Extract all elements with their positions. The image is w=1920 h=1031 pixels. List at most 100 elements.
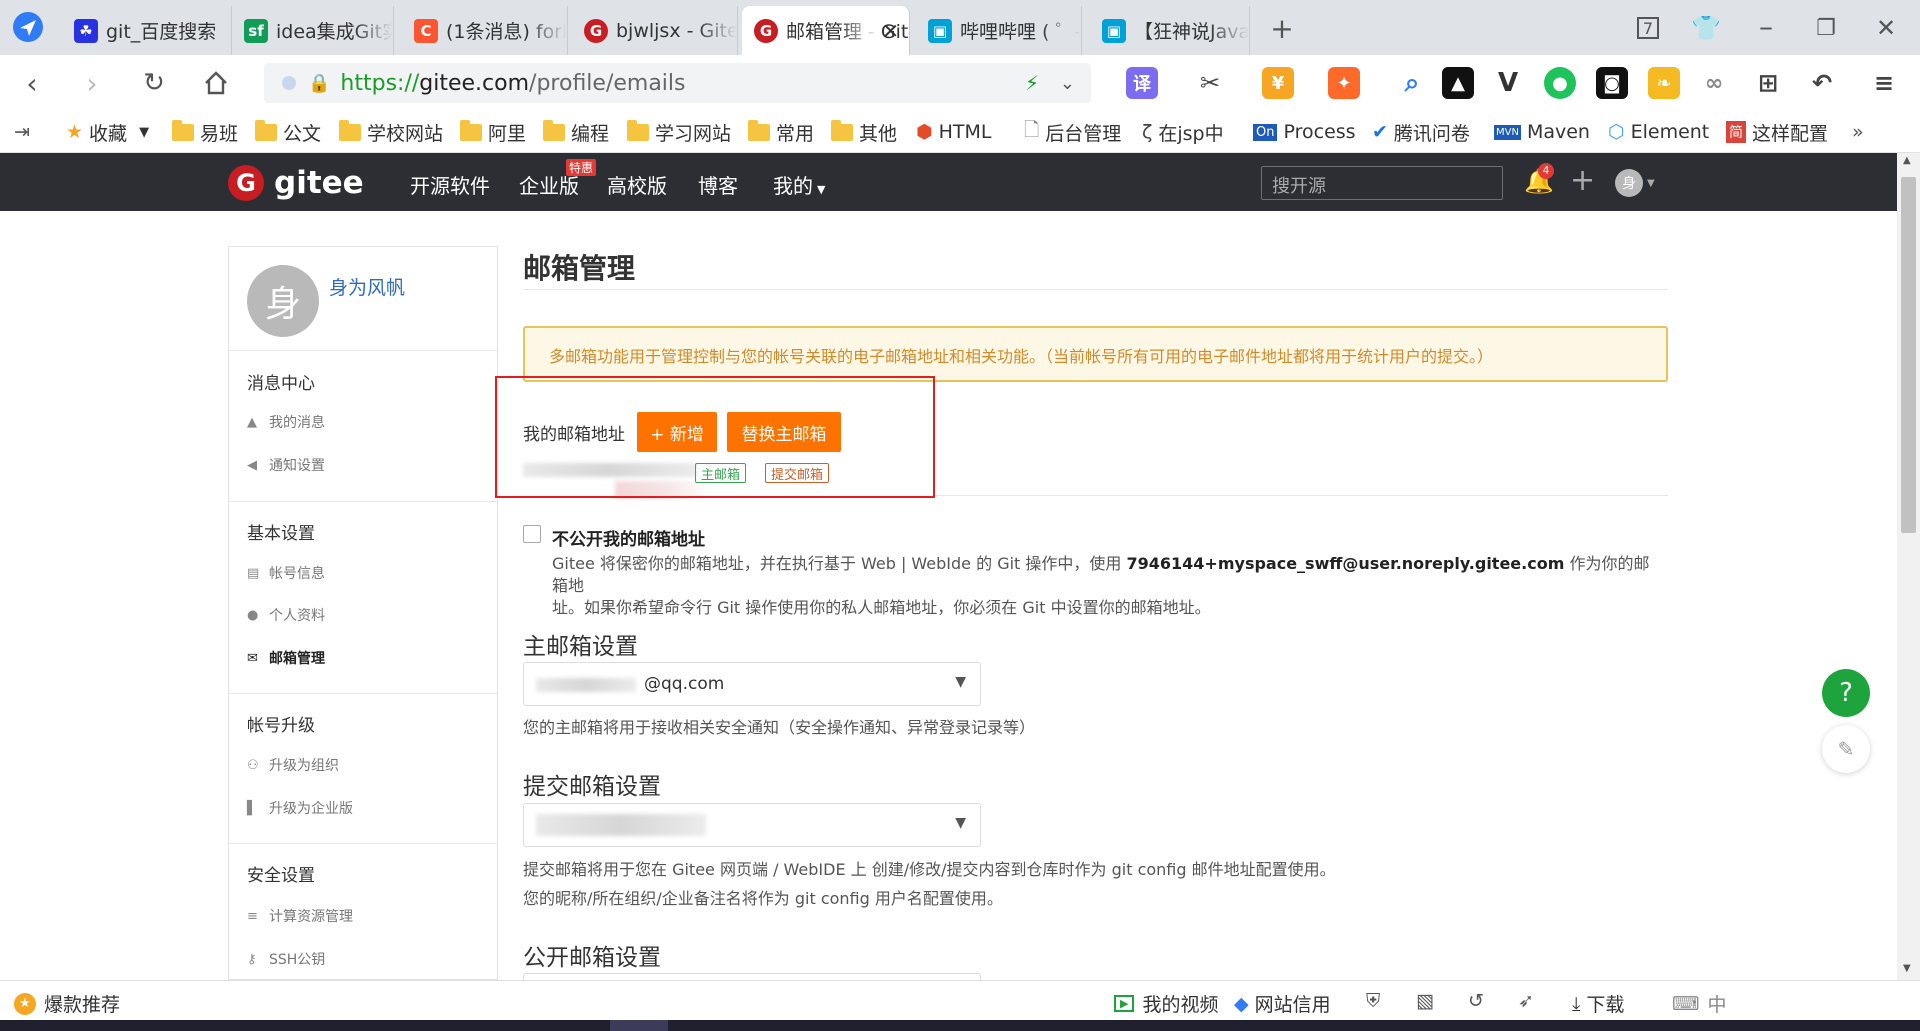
commit-email-select[interactable]: ▼ xyxy=(523,803,981,847)
v-icon[interactable]: V xyxy=(1492,67,1524,99)
bookmark-folder[interactable]: 常用 xyxy=(748,119,814,145)
sidebar-item-upgrade-enterprise[interactable]: ▌ 升级为企业版 xyxy=(247,798,353,818)
sidebar-item-email-management[interactable]: ✉ 邮箱管理 xyxy=(247,648,325,668)
bookmark-link[interactable]: ⬢ HTML xyxy=(916,119,991,145)
bookmark-folder[interactable]: 公文 xyxy=(255,119,321,145)
avatar[interactable]: 身 ▼ xyxy=(1615,169,1655,197)
my-videos[interactable]: ▶ 我的视频 xyxy=(1114,990,1218,1017)
sidebar-avatar[interactable]: 身 xyxy=(247,265,319,337)
sidebar-item-ssh-keys[interactable]: ⚷ SSH公钥 xyxy=(247,949,325,969)
shield-icon[interactable]: ⛨ xyxy=(1366,990,1380,1012)
primary-email-select[interactable]: @qq.com ▼ xyxy=(523,662,981,706)
speed-icon[interactable]: ↺ xyxy=(1468,990,1484,1012)
image-icon[interactable]: ▧ xyxy=(1416,990,1434,1012)
tab-count-button[interactable]: 7 xyxy=(1630,10,1666,46)
help-button[interactable]: ? xyxy=(1822,669,1870,717)
shield-coin-icon[interactable]: ¥ xyxy=(1262,67,1294,99)
scroll-up-icon[interactable]: ▲ xyxy=(1903,155,1911,166)
sidebar-item-profile[interactable]: ● 个人资料 xyxy=(247,605,325,625)
tab-kuangshen-java[interactable]: ▣ 【狂神说Java】 xyxy=(1090,6,1250,55)
commit-email-description-2: 您的昵称/所在组织/企业备注名将作为 git config 用户名配置使用。 xyxy=(523,889,1003,908)
translate-icon[interactable]: 译 xyxy=(1126,67,1158,99)
address-bar[interactable]: 🔒 https:// gitee.com /profile/emails ⚡ ⌄ xyxy=(264,63,1091,103)
site-credit[interactable]: ◆ 网站信用 xyxy=(1234,990,1331,1017)
nav-education[interactable]: 高校版 xyxy=(607,170,667,199)
download[interactable]: ⤓ 下载 xyxy=(1572,990,1624,1017)
tab-csdn-fork[interactable]: C (1条消息) fork xyxy=(402,6,568,55)
window-close-icon[interactable]: ✕ xyxy=(1868,10,1904,46)
home-icon[interactable] xyxy=(198,65,234,101)
bookmark-link[interactable]: ζ 在jsp中 xyxy=(1142,119,1224,145)
rocket-icon[interactable]: ➶ xyxy=(1518,990,1534,1012)
sidebar-item-upgrade-org[interactable]: ⚇ 升级为组织 xyxy=(247,755,339,775)
plus-icon[interactable]: + xyxy=(1570,163,1595,198)
tab-baidu-git[interactable]: ☘ git_百度搜索 xyxy=(62,6,232,55)
bookmark-folder[interactable]: 学校网站 xyxy=(339,119,443,145)
hide-email-label[interactable]: 不公开我的邮箱地址 xyxy=(552,525,705,550)
minimize-icon[interactable]: – xyxy=(1748,8,1784,44)
feedback-edit-icon[interactable]: ✎ xyxy=(1822,725,1870,773)
sidebar-toggle-icon[interactable]: ⇥ xyxy=(14,119,30,145)
nav-open-source[interactable]: 开源软件 xyxy=(410,170,490,199)
nav-blog[interactable]: 博客 xyxy=(698,170,738,199)
ime-indicator[interactable]: ⌨ 中 xyxy=(1672,990,1726,1017)
reload-icon[interactable]: ↻ xyxy=(136,65,172,101)
scrollbar-thumb[interactable] xyxy=(1901,177,1916,533)
gamepad-icon[interactable]: ✦ xyxy=(1328,67,1360,99)
green-app-icon[interactable]: ● xyxy=(1544,67,1576,99)
bookmark-folder[interactable]: 其他 xyxy=(831,119,897,145)
site-search-input[interactable]: 搜开源 xyxy=(1261,166,1503,200)
bookmark-folder[interactable]: 阿里 xyxy=(460,119,526,145)
url-dropdown-icon[interactable]: ⌄ xyxy=(1060,73,1075,94)
bookmark-link[interactable]: ⬡ Element xyxy=(1608,119,1709,145)
bookmark-link[interactable]: 简这样配置 xyxy=(1726,119,1828,145)
page-scrollbar[interactable]: ▲ ▼ xyxy=(1897,153,1920,980)
folder-icon xyxy=(255,119,277,141)
sidebar-item-account-info[interactable]: ▤ 帐号信息 xyxy=(247,563,325,583)
browser-statusbar: ★ 爆款推荐 ▶ 我的视频 ◆ 网站信用 ⛨ ▧ ↺ ➶ ⤓ 下载 ⌨ 中 xyxy=(0,980,1920,1020)
taskbar-active-app[interactable] xyxy=(610,1020,668,1031)
bookmark-folder[interactable]: 学习网站 xyxy=(627,119,731,145)
skin-shirt-icon[interactable]: 👕 xyxy=(1688,10,1724,46)
bookmark-link[interactable]: 🗋 后台管理 xyxy=(1024,119,1121,145)
tab-gitee-bjwljsx[interactable]: G bjwljsx - Gitee xyxy=(572,6,738,55)
more-bookmarks-icon[interactable]: » xyxy=(1852,119,1864,145)
lock-icon[interactable]: 🔒 xyxy=(308,73,330,94)
scissors-icon[interactable]: ✂ xyxy=(1194,67,1226,99)
menu-icon[interactable]: ≡ xyxy=(1868,67,1900,99)
bookmark-link[interactable]: ✔ 腾讯问卷 xyxy=(1372,119,1470,145)
coupon-icon[interactable]: ◙ xyxy=(1596,67,1628,99)
hide-email-checkbox[interactable] xyxy=(523,525,541,543)
tab-idea-git[interactable]: sf idea集成Git实 xyxy=(232,6,394,55)
sidebar-username[interactable]: 身为风帆 xyxy=(329,273,405,300)
sidebar-item-my-messages[interactable]: ▲ 我的消息 xyxy=(247,412,325,432)
sidebar-item-notify-settings[interactable]: ◀ 通知设置 xyxy=(247,455,325,475)
gitee-logo[interactable]: G gitee xyxy=(228,165,364,201)
lightning-icon[interactable]: ⚡ xyxy=(1025,71,1039,95)
bookmark-folder[interactable]: 易班 xyxy=(172,119,238,145)
new-tab-plus-icon[interactable]: + xyxy=(1264,10,1300,46)
scroll-down-icon[interactable]: ▼ xyxy=(1903,963,1911,974)
browser-logo-icon[interactable] xyxy=(10,9,46,45)
bookmark-link[interactable]: On Process xyxy=(1253,119,1356,145)
site-info-icon[interactable] xyxy=(282,76,296,90)
link-icon[interactable]: ∞ xyxy=(1698,67,1730,99)
bookmark-folder[interactable]: 编程 xyxy=(543,119,609,145)
sidebar-item-compute-resources[interactable]: ≡ 计算资源管理 xyxy=(247,906,353,926)
back-icon[interactable]: ‹ xyxy=(14,65,50,101)
tab-close-icon[interactable]: ✕ xyxy=(882,19,899,43)
hot-recommend[interactable]: ★ 爆款推荐 xyxy=(14,990,120,1017)
tab-bilibili[interactable]: ▣ 哔哩哔哩 ( ゜- xyxy=(916,6,1082,55)
tab-gitee-email-active[interactable]: G 邮箱管理 - Git ✕ xyxy=(742,6,910,55)
magnifier-icon[interactable]: ⌕ xyxy=(1396,67,1428,99)
bookmark-link[interactable]: MVN Maven xyxy=(1494,119,1590,145)
forward-icon[interactable]: › xyxy=(74,65,110,101)
nav-mine[interactable]: 我的 ▼ xyxy=(773,170,825,199)
divider xyxy=(229,693,497,694)
apps-grid-icon[interactable]: ⊞ xyxy=(1752,67,1784,99)
restore-icon[interactable]: ❐ xyxy=(1808,10,1844,46)
cat-icon[interactable]: ❧ xyxy=(1648,67,1680,99)
bookmark-favorites[interactable]: ★ 收藏 ▼ xyxy=(66,119,149,145)
mountain-icon[interactable]: ▲ xyxy=(1442,67,1474,99)
undo-icon[interactable]: ↶ xyxy=(1806,67,1838,99)
